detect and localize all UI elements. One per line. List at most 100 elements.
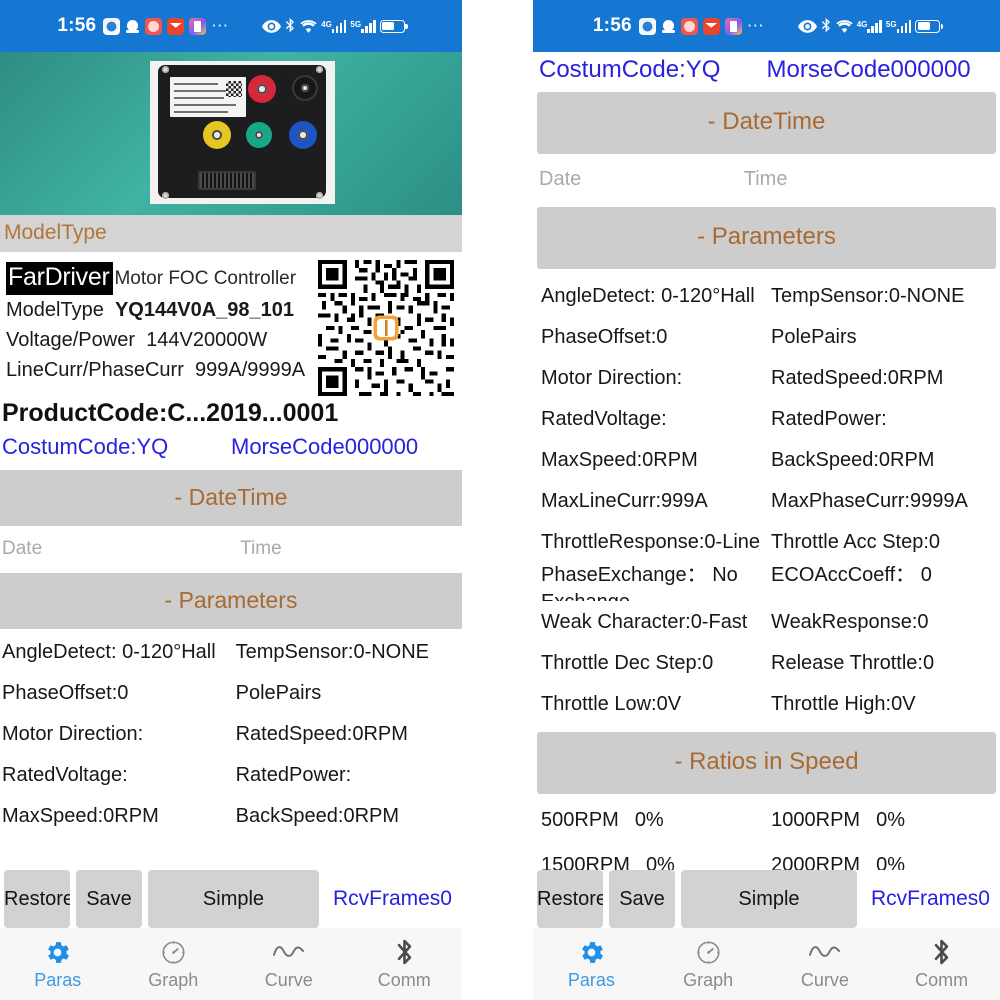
ratio-row[interactable]: 500RPM 0% 1000RPM 0% [533,798,1000,843]
costum-code[interactable]: CostumCode:YQ [2,434,231,460]
tab-comm[interactable]: Comm [883,937,1000,991]
parameter-left[interactable]: AngleDetect: 0-120°Hall [0,639,236,665]
date-field[interactable]: Date [2,538,240,560]
parameter-row[interactable]: Motor Direction: RatedSpeed:0RPM [539,357,994,398]
section-header-ratios[interactable]: - Ratios in Speed [537,732,996,794]
parameter-left[interactable]: Throttle Low:0V [539,691,771,717]
ratio-left[interactable]: 500RPM 0% [533,809,771,832]
parameter-right[interactable]: BackSpeed:0RPM [236,803,462,829]
parameter-right[interactable]: Throttle Acc Step:0 [771,529,994,555]
parameter-right[interactable]: BackSpeed:0RPM [771,447,994,473]
bluetooth-icon [930,937,953,967]
time-field[interactable]: Time [744,168,788,191]
parameter-right[interactable]: MaxPhaseCurr:9999A [771,488,994,514]
ratio-right[interactable]: 1000RPM 0% [771,809,1000,832]
parameter-right[interactable]: Release Throttle:0 [771,650,994,676]
save-button[interactable]: Save [609,870,675,928]
parameter-right[interactable]: PolePairs [236,680,462,706]
parameter-row[interactable]: PhaseOffset:0 PolePairs [0,672,462,713]
time-field[interactable]: Time [240,538,282,560]
tab-paras[interactable]: Paras [0,937,116,991]
parameter-left[interactable]: PhaseOffset:0 [0,680,236,706]
parameter-row[interactable]: AngleDetect: 0-120°Hall TempSensor:0-NON… [0,631,462,672]
parameter-left[interactable]: ThrottleResponse:0-Line [539,529,771,555]
morse-code[interactable]: MorseCode000000 [767,56,971,84]
gauge-icon [159,937,188,967]
parameter-row[interactable]: MaxLineCurr:999A MaxPhaseCurr:9999A [539,480,994,521]
parameter-row[interactable]: AngleDetect: 0-120°Hall TempSensor:0-NON… [539,275,994,316]
simple-button[interactable]: Simple [148,870,319,928]
parameter-left[interactable]: AngleDetect: 0-120°Hall [539,283,771,309]
parameter-right[interactable]: PolePairs [771,324,994,350]
simple-button[interactable]: Simple [681,870,857,928]
section-header-parameters[interactable]: - Parameters [537,207,996,269]
parameter-row[interactable]: MaxSpeed:0RPM BackSpeed:0RPM [0,795,462,836]
parameter-left[interactable]: MaxSpeed:0RPM [539,447,771,473]
parameter-row[interactable]: Throttle Dec Step:0 Release Throttle:0 [539,642,994,683]
wave-icon [272,937,305,967]
tab-comm-label: Comm [377,970,431,990]
tab-curve[interactable]: Curve [767,937,884,991]
tab-paras[interactable]: Paras [533,937,650,991]
tab-comm[interactable]: Comm [347,937,463,991]
overflow-dots-icon: ⋯ [746,16,765,35]
tab-curve-label: Curve [800,970,849,990]
costum-code[interactable]: CostumCode:YQ [539,56,767,84]
port-yellow [203,121,231,149]
bluetooth-icon [821,18,830,33]
parameter-left[interactable]: RatedVoltage: [539,406,771,432]
parameter-left[interactable]: PhaseOffset:0 [539,324,771,350]
restore-button[interactable]: Restore [4,870,70,928]
overflow-dots-icon: ⋯ [211,16,230,35]
parameter-row[interactable]: RatedVoltage: RatedPower: [539,398,994,439]
parameter-left[interactable]: Motor Direction: [539,365,771,391]
morse-code[interactable]: MorseCode000000 [231,434,418,460]
parameter-left[interactable]: Throttle Dec Step:0 [539,650,771,676]
parameter-right[interactable]: ECOAccCoeff： 0 [771,562,994,589]
bluetooth-icon [286,18,295,33]
nameplate-label: LineCurr/PhaseCurr [6,359,184,381]
parameter-left[interactable]: MaxLineCurr:999A [539,488,771,514]
parameter-left[interactable]: Weak Character:0-Fast [539,609,771,635]
save-button[interactable]: Save [76,870,142,928]
parameter-row[interactable]: Motor Direction: RatedSpeed:0RPM [0,713,462,754]
brand-subtitle: Motor FOC Controller [114,268,297,289]
restore-button[interactable]: Restore [537,870,603,928]
restore-button-label: Restore [4,887,70,910]
parameter-right[interactable]: RatedSpeed:0RPM [236,721,462,747]
parameter-row[interactable]: MaxSpeed:0RPM BackSpeed:0RPM [539,439,994,480]
parameter-row[interactable]: Throttle Low:0V Throttle High:0V [539,683,994,724]
parameter-right[interactable]: Throttle High:0V [771,691,994,717]
parameter-right[interactable]: RatedPower: [236,762,462,788]
parameter-right[interactable]: WeakResponse:0 [771,609,994,635]
parameter-row[interactable]: Weak Character:0-Fast WeakResponse:0 [539,601,994,642]
section-header-datetime[interactable]: - DateTime [0,470,462,526]
section-header-parameters[interactable]: - Parameters [0,573,462,629]
parameter-right[interactable]: RatedSpeed:0RPM [771,365,994,391]
code-row: CostumCode:YQ MorseCode000000 [0,432,462,470]
datetime-row: Date Time [0,526,462,573]
date-field[interactable]: Date [539,168,744,191]
parameter-left[interactable]: PhaseExchange： No Exchange [539,562,771,601]
parameter-left[interactable]: Motor Direction: [0,721,236,747]
parameter-row[interactable]: RatedVoltage: RatedPower: [0,754,462,795]
parameter-right[interactable]: TempSensor:0-NONE [771,283,994,309]
parameter-left[interactable]: MaxSpeed:0RPM [0,803,236,829]
parameter-row[interactable]: PhaseExchange： No Exchange ECOAccCoeff： … [539,562,994,601]
battery-icon [379,19,408,33]
status-right-icons: 4G 5G [262,18,408,34]
tab-curve[interactable]: Curve [231,937,347,991]
parameter-row[interactable]: ThrottleResponse:0-Line Throttle Acc Ste… [539,521,994,562]
restore-button-label: Restore [537,887,603,910]
parameter-right[interactable]: TempSensor:0-NONE [236,639,462,665]
parameter-row[interactable]: PhaseOffset:0 PolePairs [539,316,994,357]
parameter-right[interactable]: RatedPower: [771,406,994,432]
simple-button-label: Simple [738,887,800,910]
parameter-left[interactable]: RatedVoltage: [0,762,236,788]
section-header-datetime[interactable]: - DateTime [537,92,996,154]
status-bar: 1:56 ⋯ 4G 5G [533,0,1000,52]
tab-graph[interactable]: Graph [116,937,232,991]
phone-screen-left: 1:56 ⋯ 4G 5G ModelType FarDriver Motor F… [0,0,462,1000]
signal-4g-icon: 4G [321,19,347,33]
tab-graph[interactable]: Graph [650,937,767,991]
